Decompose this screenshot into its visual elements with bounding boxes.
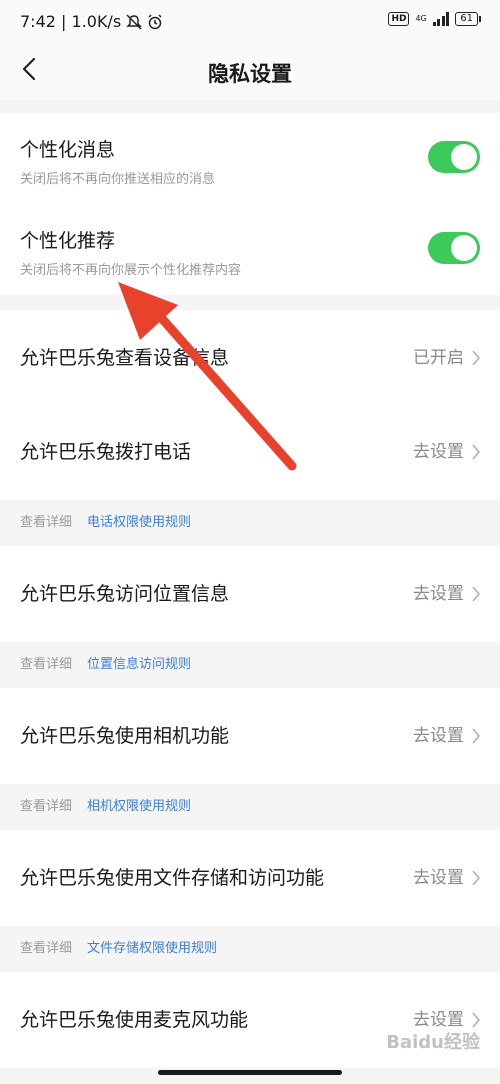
location-rules-link[interactable]: 位置信息访问规则 xyxy=(87,642,191,688)
storage-rules-link[interactable]: 文件存储权限使用规则 xyxy=(87,926,217,972)
watermark-logo: Baidu经验 xyxy=(386,1032,480,1053)
phone-rules-link[interactable]: 电话权限使用规则 xyxy=(87,500,191,546)
note-camera-rules: 查看详细 相机权限使用规则 xyxy=(0,784,500,830)
status-bar: 7:42 | 1.0K/s HD 4G 61 xyxy=(0,0,500,44)
note-phone-rules: 查看详细 电话权限使用规则 xyxy=(0,500,500,546)
row-label: 允许巴乐兔使用文件存储和访问功能 xyxy=(20,867,325,889)
row-value: 去设置 xyxy=(413,584,464,604)
row-value: 已开启 xyxy=(413,348,464,368)
permission-row-phone[interactable]: 允许巴乐兔拨打电话 去设置 xyxy=(0,404,500,500)
row-label: 允许巴乐兔访问位置信息 xyxy=(20,583,230,605)
chevron-right-icon xyxy=(472,444,481,460)
toggle-title: 个性化推荐 xyxy=(20,230,116,252)
note-prefix: 查看详细 xyxy=(20,799,73,814)
switch-knob xyxy=(451,144,477,170)
chevron-right-icon xyxy=(472,870,481,886)
personalized-messages-switch[interactable] xyxy=(428,141,480,173)
note-prefix: 查看详细 xyxy=(20,941,73,956)
note-prefix: 查看详细 xyxy=(20,515,73,530)
battery-icon: 61 xyxy=(455,12,481,26)
row-value: 去设置 xyxy=(413,868,464,888)
row-label: 允许巴乐兔使用麦克风功能 xyxy=(20,1009,249,1031)
mute-icon xyxy=(126,13,142,30)
network-label: 4G xyxy=(415,14,427,23)
permission-row-storage[interactable]: 允许巴乐兔使用文件存储和访问功能 去设置 xyxy=(0,830,500,926)
status-right: HD 4G 61 xyxy=(388,12,481,26)
alarm-icon xyxy=(148,13,162,29)
row-value: 去设置 xyxy=(413,726,464,746)
signal-icon xyxy=(432,12,450,26)
note-storage-rules: 查看详细 文件存储权限使用规则 xyxy=(0,926,500,972)
chevron-right-icon xyxy=(472,586,481,602)
network-type: 4G xyxy=(415,15,426,23)
chevron-right-icon xyxy=(472,728,481,744)
note-location-rules: 查看详细 位置信息访问规则 xyxy=(0,642,500,688)
toggle-row-recommendations: 个性化推荐 关闭后将不再向你展示个性化推荐内容 xyxy=(0,204,500,295)
chevron-right-icon xyxy=(472,1012,481,1028)
page-title: 隐私设置 xyxy=(208,62,292,86)
personalized-recommendations-switch[interactable] xyxy=(428,232,480,264)
hd-badge: HD xyxy=(388,12,410,26)
row-label: 允许巴乐兔使用相机功能 xyxy=(20,725,230,747)
toggle-subtitle: 关闭后将不再向你展示个性化推荐内容 xyxy=(20,263,242,278)
status-time-speed: 7:42 | 1.0K/s xyxy=(20,12,122,31)
row-label: 允许巴乐兔拨打电话 xyxy=(20,441,192,463)
note-prefix: 查看详细 xyxy=(20,657,73,672)
personalization-section: 个性化消息 关闭后将不再向你推送相应的消息 个性化推荐 关闭后将不再向你展示个性… xyxy=(0,113,500,295)
nav-bar: 隐私设置 xyxy=(0,44,500,100)
camera-rules-link[interactable]: 相机权限使用规则 xyxy=(87,784,191,830)
row-value: 去设置 xyxy=(413,442,464,462)
permission-row-location[interactable]: 允许巴乐兔访问位置信息 去设置 xyxy=(0,546,500,642)
toggle-title: 个性化消息 xyxy=(20,139,116,161)
permission-row-camera[interactable]: 允许巴乐兔使用相机功能 去设置 xyxy=(0,688,500,784)
switch-knob xyxy=(451,235,477,261)
toggle-row-messages: 个性化消息 关闭后将不再向你推送相应的消息 xyxy=(0,113,500,204)
status-left: 7:42 | 1.0K/s xyxy=(20,12,163,31)
toggle-subtitle: 关闭后将不再向你推送相应的消息 xyxy=(20,172,216,187)
permission-row-device-info[interactable]: 允许巴乐兔查看设备信息 已开启 xyxy=(0,310,500,406)
home-indicator[interactable] xyxy=(158,1070,342,1075)
chevron-right-icon xyxy=(472,350,481,366)
row-label: 允许巴乐兔查看设备信息 xyxy=(20,347,230,369)
